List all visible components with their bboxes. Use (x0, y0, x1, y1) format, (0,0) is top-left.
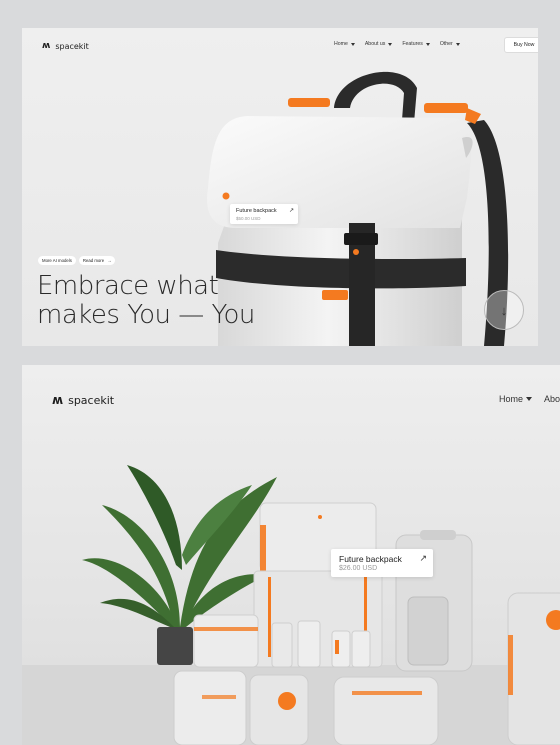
buy-now-button[interactable]: Buy Now (504, 37, 538, 53)
top-navbar: ʍ spacekit Home Abo (52, 391, 560, 409)
scroll-down-badge[interactable]: ↓ (484, 290, 524, 330)
nav-item-other[interactable]: Other (440, 41, 460, 47)
nav-item-label: Features (402, 41, 423, 47)
hero-card-bottom: ʍ spacekit Home Abo Future backpack $26.… (22, 365, 560, 745)
chevron-down-icon (455, 42, 460, 46)
hero-heading: Embrace what makes You — You (37, 271, 255, 331)
brand-name: spacekit (68, 393, 115, 407)
arrow-up-right-icon: ↗ (288, 208, 294, 214)
brand-logo[interactable]: ʍ spacekit (52, 393, 114, 407)
nav-item-label: Other (439, 41, 453, 47)
brand-name: spacekit (55, 41, 89, 51)
logo-mark-icon: ʍ (52, 393, 63, 407)
logo-mark-icon: ʍ (42, 41, 50, 51)
nav-menu: Home Abo (499, 394, 560, 404)
pill-row: More AI models Read more → (38, 256, 116, 265)
product-collection-image (22, 465, 560, 745)
brand-logo[interactable]: ʍ spacekit (42, 41, 89, 51)
nav-item-about[interactable]: About us (364, 41, 393, 47)
arrow-right-icon: → (107, 258, 112, 263)
product-name: Future backpack (236, 208, 277, 214)
product-name: Future backpack (339, 554, 402, 564)
arrow-up-right-icon: ↗ (419, 553, 427, 563)
hero-card-top: ʍ spacekit Home About us Features Other … (22, 28, 538, 346)
chevron-down-icon (526, 397, 533, 401)
product-tag[interactable]: Future backpack $50.00 USD ↗ (230, 204, 298, 224)
chevron-down-icon (350, 42, 355, 46)
nav-item-label: Home (334, 41, 348, 47)
hero-line-1: Embrace what (37, 271, 219, 301)
nav-item-about[interactable]: Abo (544, 394, 560, 404)
top-navbar: ʍ spacekit Home About us Features Other … (42, 37, 538, 54)
nav-item-features[interactable]: Features (402, 41, 430, 47)
product-tag[interactable]: Future backpack $26.00 USD ↗ (331, 549, 433, 577)
nav-item-label: About us (364, 41, 386, 47)
nav-item-label: Abo (544, 394, 560, 404)
pill-label: More AI models (42, 258, 72, 263)
more-ai-models-pill[interactable]: More AI models (38, 256, 76, 265)
arrow-down-icon: ↓ (500, 302, 508, 318)
hero-line-2: makes You — You (37, 300, 255, 331)
nav-menu: Home About us Features Other (334, 41, 460, 47)
nav-item-home[interactable]: Home (499, 394, 533, 404)
nav-item-home[interactable]: Home (334, 41, 355, 47)
product-price: $50.00 USD (236, 216, 261, 221)
pill-label: Read more (82, 258, 105, 263)
read-more-pill[interactable]: Read more → (78, 256, 116, 265)
product-price: $26.00 USD (339, 565, 378, 572)
nav-item-label: Home (499, 394, 524, 404)
chevron-down-icon (388, 42, 393, 46)
chevron-down-icon (425, 42, 430, 46)
